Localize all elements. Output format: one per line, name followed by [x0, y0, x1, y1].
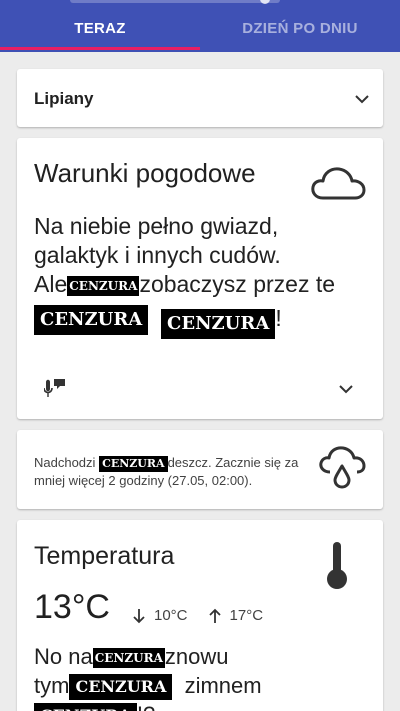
temp-text-d: zimnem: [184, 673, 262, 698]
min-temperature: 10°C: [154, 607, 188, 624]
rain-text-b: deszcz. Zacznie się: [167, 455, 281, 470]
temp-text-a: No na: [34, 644, 93, 669]
censor-badge: CENZURA: [99, 455, 168, 472]
microphone-chat-icon[interactable]: [44, 378, 66, 398]
location-selector[interactable]: Lipiany: [17, 69, 383, 127]
current-temperature: 13°C: [34, 588, 110, 626]
app-title-peek: [70, 0, 280, 3]
app-bar: TERAZ DZIEŃ PO DNIU: [0, 0, 400, 52]
tab-indicator: [0, 47, 200, 50]
chevron-down-icon[interactable]: [339, 385, 353, 394]
rain-alert-card: Nadchodzi CENZURA deszcz. Zacznie się za …: [17, 430, 383, 509]
temperature-description: No naCENZURAznowu tymCENZURA zimnem CENZ…: [34, 642, 374, 711]
rain-alert-text: Nadchodzi CENZURA deszcz. Zacznie się za …: [34, 454, 314, 490]
conditions-card: Warunki pogodowe Na niebie pełno gwiazd,…: [17, 138, 383, 419]
temperature-card: Temperatura 13°C 10°C 17°C No na CENZURAz…: [17, 520, 383, 711]
arrow-up-icon: [208, 608, 221, 623]
conditions-line-3b: zobaczysz przez te: [139, 271, 336, 297]
temperature-title: Temperatura: [34, 542, 175, 570]
tab-now[interactable]: TERAZ: [0, 20, 200, 50]
chevron-down-icon: [355, 95, 369, 104]
temp-text-e: !?: [137, 702, 155, 711]
censor-badge: CENZURA: [92, 648, 165, 669]
tab-day-by-day[interactable]: DZIEŃ PO DNIU: [200, 20, 400, 50]
censor-badge: CENZURA: [69, 674, 173, 701]
conditions-line-2: galaktyk i innych cudów.: [34, 242, 281, 268]
conditions-description: Na niebie pełno gwiazd, galaktyk i innyc…: [34, 212, 374, 339]
conditions-title: Warunki pogodowe: [34, 158, 256, 188]
rain-text-a: Nadchodzi: [34, 455, 96, 470]
temp-text-c: tym: [34, 673, 70, 698]
rain-cloud-icon: [319, 446, 366, 489]
censor-badge: CENZURA: [67, 275, 140, 296]
arrow-down-icon: [133, 608, 145, 623]
conditions-line-3a: Ale: [34, 271, 68, 297]
temp-text-b: znowu: [164, 644, 229, 669]
app-icon-peek: [260, 0, 270, 4]
cloud-icon: [311, 167, 366, 200]
thermometer-icon: [327, 542, 347, 589]
censor-badge: CENZURA: [34, 703, 137, 711]
location-value: Lipiany: [34, 89, 94, 108]
conditions-line-1: Na niebie pełno gwiazd,: [34, 213, 279, 239]
censor-badge: CENZURA: [34, 305, 149, 335]
min-max-temperature: 10°C 17°C: [132, 607, 263, 624]
conditions-line-4-end: !: [275, 305, 282, 332]
max-temperature: 17°C: [229, 607, 264, 624]
censor-badge: CENZURA: [161, 309, 276, 339]
